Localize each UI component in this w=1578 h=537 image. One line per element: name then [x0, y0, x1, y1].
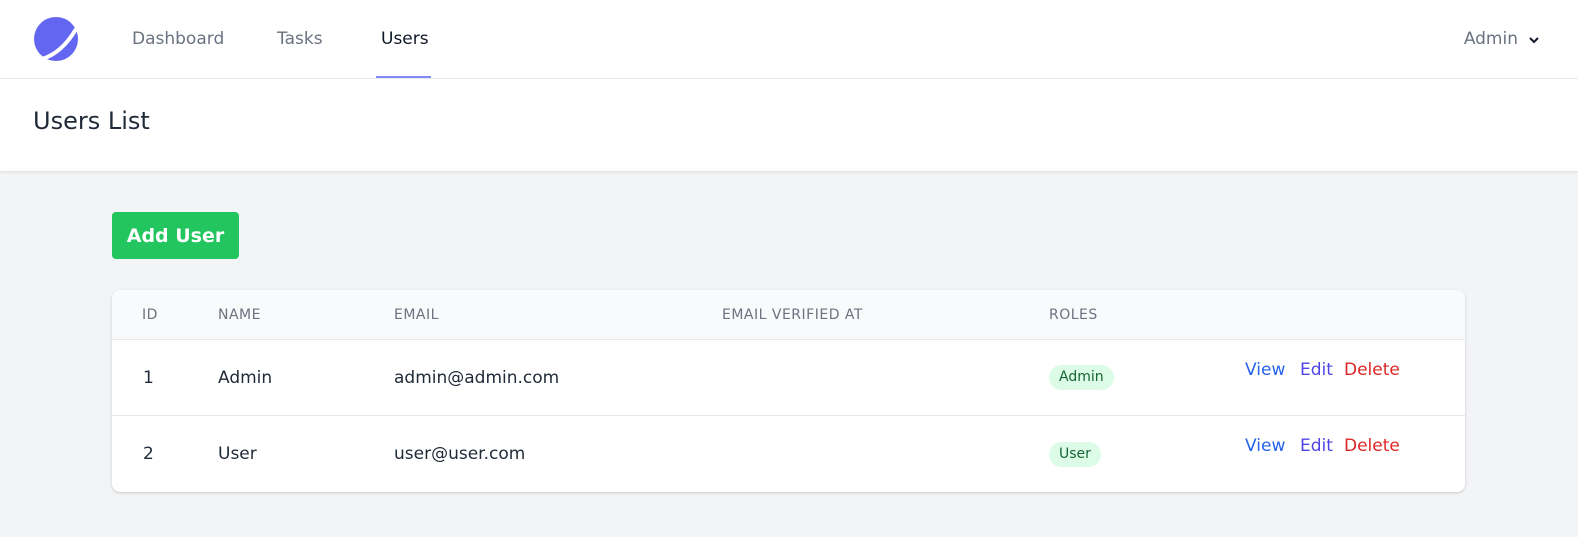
user-menu-label: Admin — [1463, 29, 1518, 49]
users-table: ID NAME EMAIL EMAIL VERIFIED AT ROLES 1 … — [112, 290, 1465, 492]
cell-name: Admin — [218, 368, 273, 388]
top-navbar: Dashboard Tasks Users Admin — [0, 0, 1578, 79]
table-row: 1 Admin admin@admin.com Admin View Edit … — [112, 340, 1465, 416]
role-badge: User — [1049, 442, 1101, 467]
nav-link-tasks[interactable]: Tasks — [277, 0, 323, 79]
column-header-name: NAME — [218, 307, 261, 323]
nav-link-users[interactable]: Users — [381, 0, 429, 79]
page-header: Users List — [0, 79, 1578, 171]
cell-id: 2 — [143, 444, 154, 464]
cell-id: 1 — [143, 368, 154, 388]
app-logo-icon[interactable] — [32, 15, 80, 63]
delete-link[interactable]: Delete — [1344, 436, 1400, 456]
cell-name: User — [218, 444, 257, 464]
column-header-email: EMAIL — [394, 307, 439, 323]
user-menu-button[interactable]: Admin — [1464, 0, 1540, 79]
nav-link-dashboard[interactable]: Dashboard — [132, 0, 224, 79]
view-link[interactable]: View — [1245, 436, 1285, 456]
cell-email: user@user.com — [394, 444, 526, 464]
chevron-down-icon — [1529, 36, 1539, 43]
column-header-roles: ROLES — [1049, 307, 1098, 323]
page-title: Users List — [33, 107, 150, 135]
role-badge: Admin — [1049, 365, 1114, 390]
active-nav-indicator — [376, 76, 431, 78]
column-header-email-verified-at: EMAIL VERIFIED AT — [722, 307, 863, 323]
edit-link[interactable]: Edit — [1300, 360, 1333, 380]
edit-link[interactable]: Edit — [1300, 436, 1333, 456]
add-user-button[interactable]: Add User — [112, 212, 239, 259]
column-header-id: ID — [142, 307, 158, 323]
table-row: 2 User user@user.com User View Edit Dele… — [112, 416, 1465, 492]
cell-email: admin@admin.com — [394, 368, 560, 388]
delete-link[interactable]: Delete — [1344, 360, 1400, 380]
view-link[interactable]: View — [1245, 360, 1285, 380]
table-header: ID NAME EMAIL EMAIL VERIFIED AT ROLES — [112, 290, 1465, 340]
